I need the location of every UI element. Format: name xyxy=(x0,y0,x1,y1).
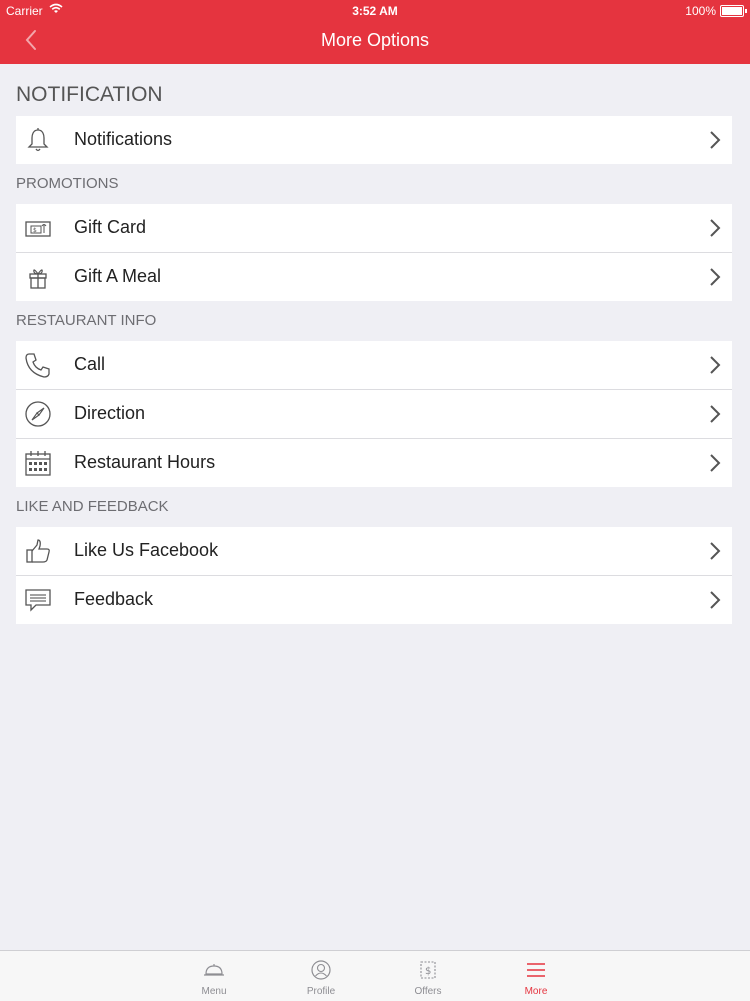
row-label: Notifications xyxy=(74,129,173,149)
chevron-right-icon xyxy=(710,268,721,286)
feedback-row[interactable]: Feedback xyxy=(16,576,732,624)
call-row[interactable]: Call xyxy=(16,341,732,390)
section-header-restaurant-info: RESTAURANT INFO xyxy=(16,312,157,329)
page-title: More Options xyxy=(320,30,430,50)
chevron-right-icon xyxy=(710,405,721,423)
svg-text:$: $ xyxy=(425,966,431,977)
battery-icon xyxy=(720,5,747,17)
restaurant-info-group: Call Direction Restaurant Hours xyxy=(16,341,732,487)
profile-icon xyxy=(311,960,331,980)
calendar-icon xyxy=(25,451,51,476)
row-label: Gift A Meal xyxy=(74,266,162,286)
tab-bar: Menu Profile $ Offers More xyxy=(0,950,750,1001)
gift-a-meal-row[interactable]: Gift A Meal xyxy=(16,253,732,301)
thumbs-up-icon xyxy=(26,539,50,563)
chevron-right-icon xyxy=(710,542,721,560)
row-label: Restaurant Hours xyxy=(74,452,216,472)
tab-label: More xyxy=(524,986,548,997)
chevron-right-icon xyxy=(710,591,721,609)
section-header-notification: NOTIFICATION xyxy=(16,83,163,106)
status-bar: Carrier 3:52 AM 100% xyxy=(0,0,750,20)
clock-label: 3:52 AM xyxy=(352,4,398,18)
options-list: NOTIFICATION Notifications PROMOTIONS $ … xyxy=(16,64,732,624)
tab-more[interactable]: More xyxy=(496,951,576,1001)
row-label: Call xyxy=(74,354,106,374)
offers-icon: $ xyxy=(420,961,436,979)
phone-icon xyxy=(25,353,50,378)
compass-icon xyxy=(25,401,51,427)
tab-label: Offers xyxy=(414,986,442,997)
tab-profile[interactable]: Profile xyxy=(281,951,361,1001)
speech-bubble-icon xyxy=(25,589,51,612)
notification-group: Notifications xyxy=(16,116,732,164)
row-label: Gift Card xyxy=(74,217,147,237)
chevron-right-icon xyxy=(710,131,721,149)
hamburger-icon xyxy=(527,963,545,977)
svg-text:$: $ xyxy=(33,227,37,234)
bell-icon xyxy=(27,128,49,152)
chevron-right-icon xyxy=(710,356,721,374)
battery-percentage: 100% xyxy=(685,4,716,18)
tab-menu[interactable]: Menu xyxy=(174,951,254,1001)
section-header-like-feedback: LIKE AND FEEDBACK xyxy=(16,498,169,515)
notifications-row[interactable]: Notifications xyxy=(16,116,732,164)
gift-card-row[interactable]: $ Gift Card xyxy=(16,204,732,253)
like-us-facebook-row[interactable]: Like Us Facebook xyxy=(16,527,732,576)
promotions-group: $ Gift Card Gift A Meal xyxy=(16,204,732,301)
row-label: Like Us Facebook xyxy=(74,540,219,560)
gift-box-icon xyxy=(29,269,47,289)
section-header-promotions: PROMOTIONS xyxy=(16,175,119,192)
row-label: Direction xyxy=(74,403,146,423)
restaurant-hours-row[interactable]: Restaurant Hours xyxy=(16,439,732,487)
chevron-right-icon xyxy=(710,454,721,472)
navigation-bar: Carrier 3:52 AM 100% More Options xyxy=(0,0,750,64)
direction-row[interactable]: Direction xyxy=(16,390,732,439)
chevron-right-icon xyxy=(710,219,721,237)
tab-label: Profile xyxy=(306,986,336,997)
tab-label: Menu xyxy=(201,986,227,997)
cloche-icon xyxy=(204,964,224,976)
tab-offers[interactable]: $ Offers xyxy=(388,951,468,1001)
like-feedback-group: Like Us Facebook Feedback xyxy=(16,527,732,624)
gift-card-icon: $ xyxy=(25,221,51,237)
row-label: Feedback xyxy=(74,589,154,609)
